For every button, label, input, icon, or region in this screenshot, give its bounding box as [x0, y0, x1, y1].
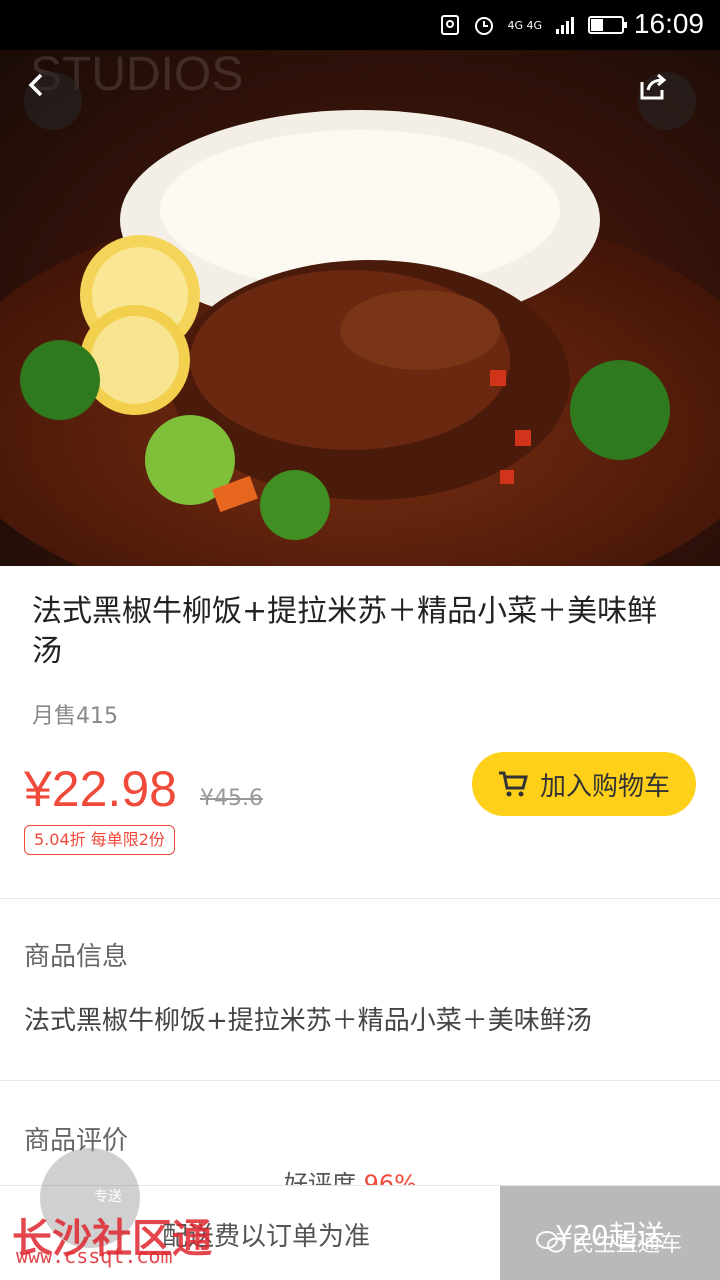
- location-icon: [441, 15, 460, 35]
- battery-icon: [588, 16, 627, 34]
- product-image: STUDIOS: [0, 50, 720, 566]
- monthly-sales: 月售415: [32, 704, 118, 729]
- network-label: 4G 4G: [507, 18, 542, 32]
- current-price: ¥22.98: [24, 761, 177, 817]
- divider: [0, 898, 720, 899]
- watermark-wechat-label: 民生直通车: [572, 1232, 683, 1257]
- wechat-icon: [536, 1231, 565, 1253]
- product-info-heading: 商品信息: [24, 942, 129, 972]
- watermark-url: www.cssqt.com: [16, 1244, 173, 1268]
- share-button[interactable]: [638, 72, 696, 130]
- add-to-cart-label: 加入购物车: [539, 771, 670, 802]
- discount-badge: 5.04折 每单限2份: [24, 825, 175, 855]
- add-to-cart-button[interactable]: 加入购物车: [472, 752, 696, 816]
- product-info-body: 法式黑椒牛柳饭+提拉米苏＋精品小菜＋美味鲜汤: [24, 1006, 592, 1036]
- chevron-left-icon: [28, 73, 43, 97]
- cart-icon: [498, 771, 528, 797]
- clock: 16:09: [633, 8, 704, 39]
- original-price: ¥45.6: [200, 786, 263, 811]
- watermark-wechat: 民生直通车: [536, 1226, 682, 1258]
- product-title: 法式黑椒牛柳饭+提拉米苏＋精品小菜＋美味鲜汤: [32, 594, 658, 669]
- divider: [0, 1080, 720, 1081]
- signal-icon: [556, 17, 574, 34]
- status-icons: 4G 4G: [439, 10, 628, 40]
- back-button[interactable]: [24, 72, 82, 130]
- share-icon: [640, 73, 667, 100]
- alarm-icon: [475, 17, 494, 35]
- status-bar: 4G 4G 16:09: [0, 0, 720, 50]
- dish-illustration: STUDIOS: [0, 50, 720, 566]
- delivery-badge: 专送: [94, 1189, 122, 1205]
